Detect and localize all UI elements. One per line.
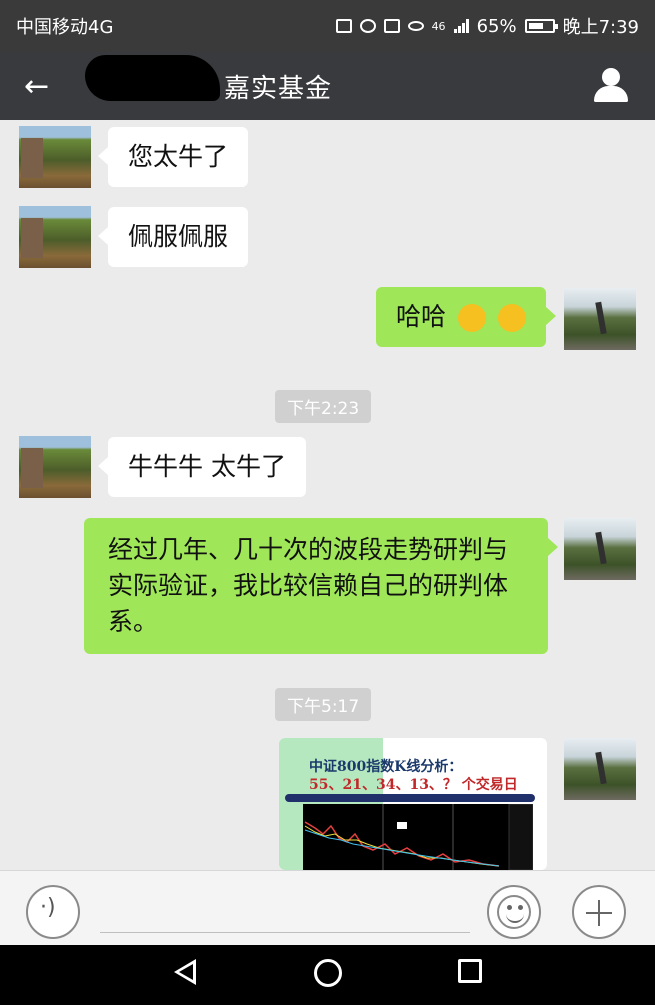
battery-icon [524,19,558,33]
nav-back-icon[interactable] [174,959,196,985]
redacted-name-scribble [85,55,220,101]
message-text: 哈哈 [396,302,447,331]
hd-icon [383,19,400,33]
message-bubble[interactable]: 哈哈 [376,287,556,347]
contact-avatar[interactable] [19,206,91,268]
image-caption-line1: 中证800指数K线分析： [309,759,463,775]
nav-home-icon[interactable] [314,959,342,987]
contact-avatar[interactable] [19,436,91,498]
chat-area[interactable]: 您太牛了 佩服佩服 哈哈 下午2:23 牛牛牛 太牛了 经过几年、几十次的波段走… [0,120,655,870]
message-bubble[interactable]: 经过几年、几十次的波段走势研判与实际验证，我比较信赖自己的研判体系。 [84,518,558,654]
carrier-label: 中国移动4G [16,17,114,38]
network-label: 46 [431,19,446,33]
timestamp: 下午5:17 [275,688,372,721]
user-avatar[interactable] [564,288,636,350]
image-caption-line2: 55、21、34、13、？ 个交易日 [309,777,518,793]
nav-recent-apps-icon[interactable] [458,959,482,983]
battery-percent: 65% [476,15,517,37]
image-divider-bar [285,794,535,802]
chat-header: ← 嘉实基金 [0,52,655,120]
voice-icon: ·) [40,895,56,920]
timestamp: 下午2:23 [275,390,372,423]
smiley-icon [497,895,531,929]
back-arrow-icon[interactable]: ← [24,69,68,104]
vibrate-icon [335,19,352,33]
voice-toggle-button[interactable]: ·) [26,885,80,939]
message-input[interactable] [100,889,470,933]
user-avatar[interactable] [564,518,636,580]
eye-icon [407,21,424,31]
clock-label: 晚上7:39 [562,17,639,38]
message-bubble[interactable]: 您太牛了 [97,127,249,187]
message-bubble[interactable]: 牛牛牛 太牛了 [98,437,306,497]
status-bar: 中国移动4G 46 65% 晚上7:39 [0,0,655,52]
system-nav-bar [0,945,655,1005]
status-icons: 46 65% 晚上7:39 [335,13,639,39]
user-avatar[interactable] [564,738,636,800]
profile-icon[interactable] [591,66,631,106]
emoji-button[interactable] [487,885,541,939]
contact-avatar[interactable] [19,126,91,188]
more-options-button[interactable] [572,885,626,939]
input-bar: ·) [0,870,655,945]
wink-tongue-emoji-icon [457,304,486,332]
signal-icon [453,19,469,33]
message-bubble[interactable]: 佩服佩服 [97,207,249,267]
kline-chart-image [303,804,533,870]
grin-emoji-icon [497,304,526,332]
alarm-icon [359,19,376,33]
chat-title: 嘉实基金 [224,73,333,104]
battery-level [528,23,543,29]
image-message[interactable]: 中证800指数K线分析： 55、21、34、13、？ 个交易日 [279,738,547,870]
